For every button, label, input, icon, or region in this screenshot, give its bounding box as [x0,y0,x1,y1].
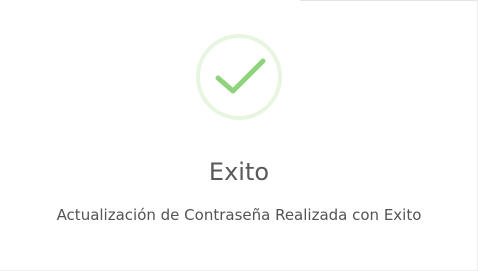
success-dialog: Exito Actualización de Contraseña Realiz… [0,0,478,271]
alert-overlay: Exito Actualización de Contraseña Realiz… [0,0,478,271]
dialog-title: Exito [208,158,270,186]
dialog-message: Actualización de Contraseña Realizada co… [56,206,422,224]
success-check-icon [195,33,283,121]
